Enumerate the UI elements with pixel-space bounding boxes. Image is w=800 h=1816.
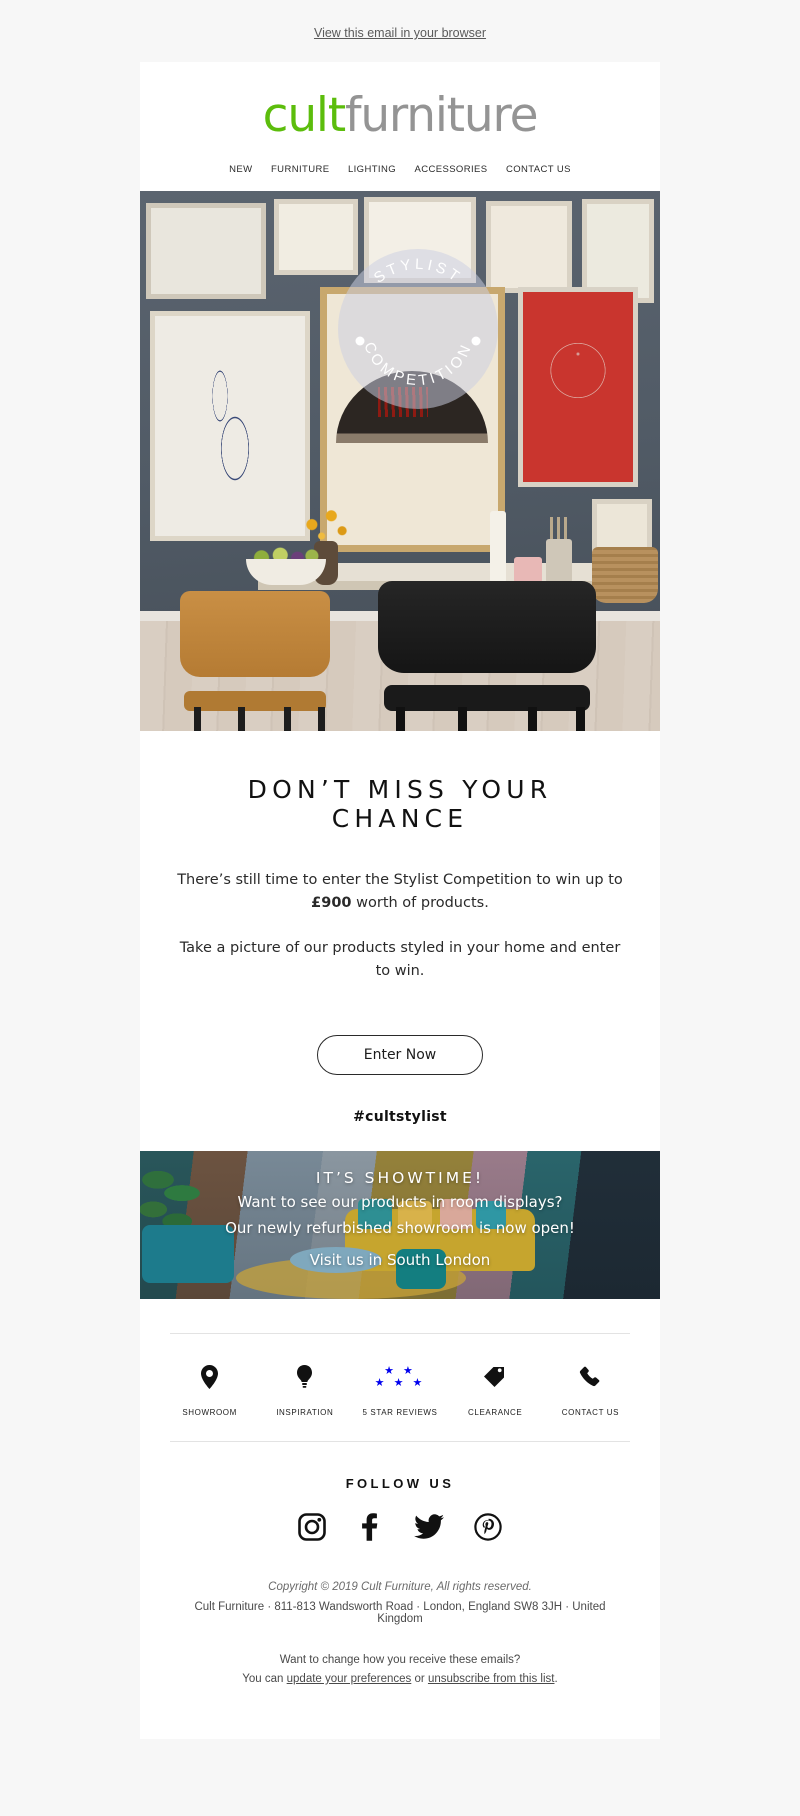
twitter-icon bbox=[414, 1514, 444, 1545]
preheader-bar: View this email in your browser bbox=[0, 0, 800, 62]
service-clearance[interactable]: CLEARANCE bbox=[448, 1360, 543, 1417]
prefs-suffix: . bbox=[554, 1673, 558, 1685]
view-in-browser-link[interactable]: View this email in your browser bbox=[314, 26, 486, 40]
banner-line-3: Visit us in South London bbox=[309, 1251, 491, 1269]
address-text: Cult Furniture · 811-813 Wandsworth Road… bbox=[194, 1601, 606, 1625]
wall-art-frame bbox=[146, 203, 266, 299]
service-label: INSPIRATION bbox=[276, 1408, 334, 1417]
service-label: SHOWROOM bbox=[182, 1408, 237, 1417]
logo-furniture: furniture bbox=[345, 88, 539, 143]
prefs-question: Want to change how you receive these ema… bbox=[279, 1654, 521, 1666]
badge-top-text: STYLIST bbox=[371, 256, 465, 287]
follow-us-title: FOLLOW US bbox=[345, 1476, 455, 1491]
stars-row-bottom: ★ ★ ★ bbox=[374, 1376, 426, 1389]
email-body: cultfurniture NEW FURNITURE LIGHTING ACC… bbox=[140, 62, 660, 1739]
update-preferences-link[interactable]: update your preferences bbox=[287, 1673, 412, 1685]
phone-icon bbox=[543, 1360, 638, 1394]
unsubscribe-link[interactable]: unsubscribe from this list bbox=[428, 1673, 555, 1685]
stars-row-top: ★ ★ bbox=[384, 1364, 416, 1377]
instagram-link[interactable] bbox=[298, 1513, 326, 1541]
cta-container: Enter Now bbox=[140, 1015, 660, 1109]
service-label: CLEARANCE bbox=[468, 1408, 523, 1417]
services-row: SHOWROOM INSPIRATION ★ ★ ★ ★ ★ 5 STAR RE… bbox=[140, 1334, 660, 1441]
service-showroom[interactable]: SHOWROOM bbox=[162, 1360, 257, 1417]
enter-now-button[interactable]: Enter Now bbox=[316, 1035, 484, 1075]
badge-bottom-text: COMPETITION bbox=[360, 340, 476, 390]
facebook-link[interactable] bbox=[356, 1513, 384, 1541]
stone-pot bbox=[546, 539, 572, 583]
map-pin-icon bbox=[162, 1360, 257, 1394]
pinterest-link[interactable] bbox=[474, 1513, 502, 1541]
badge-bottom-label: COMPETITION bbox=[360, 340, 476, 390]
nav-item-contact-us[interactable]: CONTACT US bbox=[506, 164, 571, 175]
banner-text-overlay: IT’S SHOWTIME! Want to see our products … bbox=[140, 1151, 660, 1299]
line-drawing-art bbox=[180, 351, 280, 501]
red-poster-art bbox=[532, 303, 624, 453]
service-inspiration[interactable]: INSPIRATION bbox=[257, 1360, 352, 1417]
footer-section: Copyright © 2019 Cult Furniture, All rig… bbox=[140, 1571, 660, 1709]
badge-dot-right bbox=[471, 336, 481, 346]
black-chair bbox=[378, 581, 596, 731]
tag-icon bbox=[448, 1360, 543, 1394]
banner-line-1: Want to see our products in room display… bbox=[237, 1193, 563, 1211]
para1-before: There’s still time to enter the Stylist … bbox=[177, 872, 623, 888]
wall-art-frame bbox=[486, 201, 572, 293]
prefs-prefix: You can bbox=[242, 1673, 287, 1685]
badge-top-label: STYLIST bbox=[371, 256, 465, 287]
badge-dot-left bbox=[355, 336, 365, 346]
service-contact-us[interactable]: CONTACT US bbox=[543, 1360, 638, 1417]
cup bbox=[514, 557, 542, 583]
hero-image[interactable]: STYLIST COMPETITION bbox=[140, 191, 660, 731]
instagram-icon bbox=[298, 1513, 326, 1545]
stars-icon: ★ ★ ★ ★ ★ bbox=[352, 1360, 447, 1394]
page-title: DON’T MISS YOUR CHANCE bbox=[247, 775, 553, 833]
facebook-icon bbox=[356, 1513, 384, 1545]
showroom-banner[interactable]: IT’S SHOWTIME! Want to see our products … bbox=[140, 1151, 660, 1299]
social-links bbox=[140, 1513, 660, 1571]
utensils bbox=[550, 517, 570, 541]
preferences-block: Want to change how you receive these ema… bbox=[174, 1651, 626, 1689]
woven-basket bbox=[592, 547, 658, 603]
prefs-links-line: You can update your preferences or unsub… bbox=[174, 1670, 626, 1689]
nav-item-furniture[interactable]: FURNITURE bbox=[271, 164, 330, 175]
nav-item-accessories[interactable]: ACCESSORIES bbox=[414, 164, 487, 175]
message-section: DON’T MISS YOUR CHANCE There’s still tim… bbox=[140, 731, 660, 1015]
service-label: 5 STAR REVIEWS bbox=[362, 1408, 438, 1417]
service-label: CONTACT US bbox=[561, 1408, 620, 1417]
pinterest-icon bbox=[474, 1513, 502, 1545]
logo-cult: cult bbox=[262, 88, 347, 143]
copyright-text: Copyright © 2019 Cult Furniture, All rig… bbox=[268, 1581, 532, 1593]
wooden-chair bbox=[180, 591, 330, 731]
nav-item-lighting[interactable]: LIGHTING bbox=[348, 164, 396, 175]
main-nav: NEW FURNITURE LIGHTING ACCESSORIES CONTA… bbox=[140, 145, 660, 191]
banner-line-2: Our newly refurbished showroom is now op… bbox=[225, 1219, 575, 1237]
para1-after: worth of products. bbox=[351, 895, 489, 911]
prize-amount: £900 bbox=[311, 895, 352, 911]
prefs-middle: or bbox=[411, 1673, 428, 1685]
nav-item-new[interactable]: NEW bbox=[229, 164, 252, 175]
candle bbox=[490, 511, 506, 583]
twitter-link[interactable] bbox=[414, 1513, 444, 1541]
paragraph-prize: There’s still time to enter the Stylist … bbox=[174, 869, 626, 915]
lightbulb-icon bbox=[257, 1360, 352, 1394]
stylist-competition-badge: STYLIST COMPETITION bbox=[338, 249, 498, 409]
hashtag-label: #cultstylist bbox=[353, 1109, 447, 1125]
paragraph-instructions: Take a picture of our products styled in… bbox=[179, 940, 621, 979]
service-5-star-reviews[interactable]: ★ ★ ★ ★ ★ 5 STAR REVIEWS bbox=[352, 1360, 447, 1417]
banner-title: IT’S SHOWTIME! bbox=[315, 1169, 485, 1187]
brand-logo[interactable]: cultfurniture bbox=[140, 62, 660, 145]
